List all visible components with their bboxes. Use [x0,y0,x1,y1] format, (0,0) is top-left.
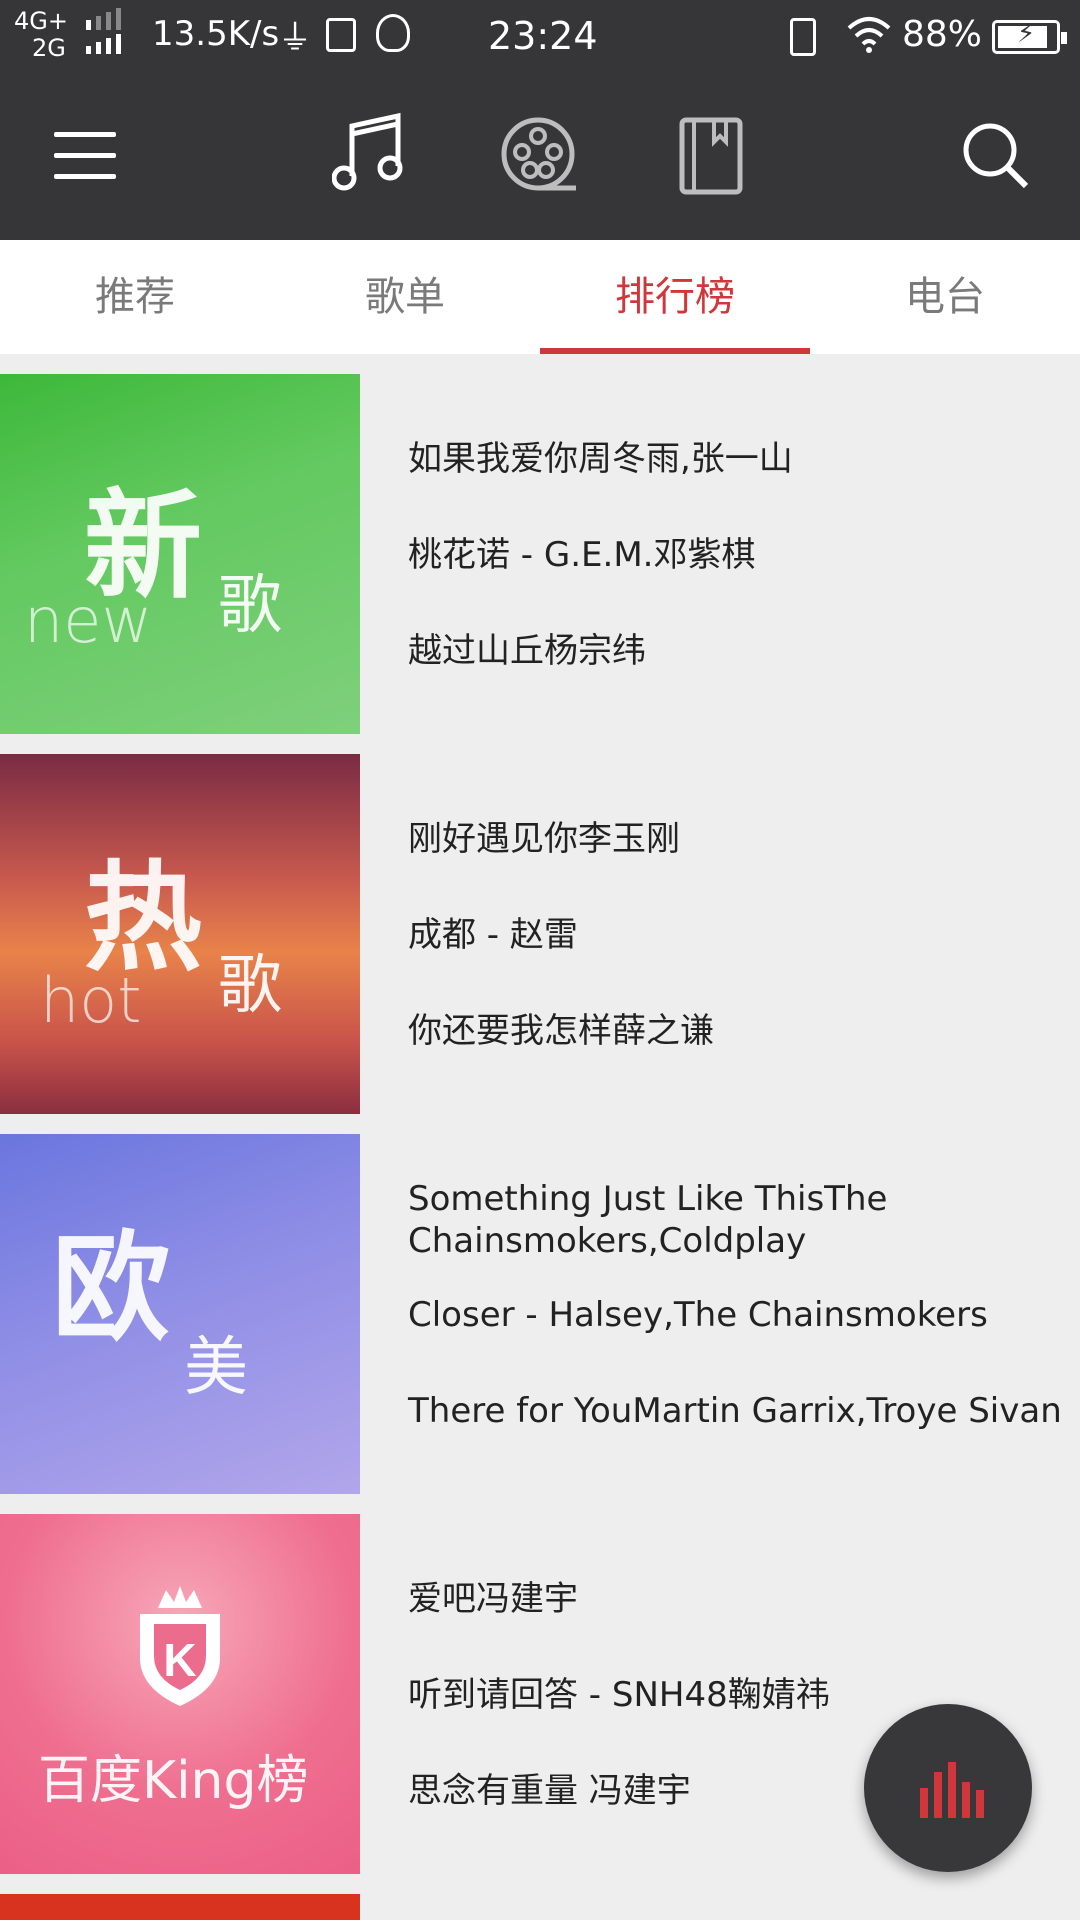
network-top-label: 4G+ [14,7,68,35]
cover-small-char: 歌 [218,949,282,1023]
western-songs-cover[interactable]: 欧 美 [0,1134,360,1494]
signal-icon [86,8,121,54]
video-reel-icon[interactable] [500,116,580,196]
cover-english-word: new [24,584,153,657]
battery-percent: 88% [902,14,983,55]
list-item[interactable]: Closer - Halsey,The Chainsmokers [408,1294,1068,1336]
chart-row-western[interactable]: 欧 美 Something Just Like ThisThe Chainsmo… [0,1134,1080,1494]
cover-english-word: hot [40,964,142,1037]
tab-playlists[interactable]: 歌单 [270,240,540,354]
list-item[interactable]: Something Just Like ThisThe Chainsmokers… [408,1178,1068,1262]
svg-text:K: K [163,1634,196,1686]
battery-icon: ⚡ [992,19,1067,54]
tab-radio[interactable]: 电台 [810,240,1080,354]
king-chart-cover[interactable]: K 百度King榜 [0,1514,360,1874]
clock: 23:24 [488,14,598,58]
book-icon[interactable] [678,116,744,196]
next-chart-cover[interactable] [0,1894,360,1920]
crown-shield-icon: K [140,1586,220,1706]
chart-row-new[interactable]: 新 歌 new 如果我爱你周冬雨,张一山 桃花诺 - G.E.M.邓紫棋 越过山… [0,374,1080,734]
cover-small-char: 美 [184,1331,248,1405]
app-bar [0,76,1080,240]
menu-icon[interactable] [54,132,116,180]
wifi-icon [847,17,891,53]
tab-recommend[interactable]: 推荐 [0,240,270,354]
list-item[interactable]: 成都 - 赵雷 [408,914,1068,956]
list-item[interactable]: 桃花诺 - G.E.M.邓紫棋 [408,534,1068,576]
cover-title: 百度King榜 [38,1751,309,1811]
list-item[interactable]: There for YouMartin Garrix,Troye Sivan [408,1390,1068,1432]
penguin-icon [376,14,410,52]
new-songs-cover[interactable]: 新 歌 new [0,374,360,734]
list-item[interactable]: 越过山丘杨宗纬 [408,630,1068,672]
status-bar: 4G+ 2G 13.5K/s ⏚ 23:24 88% ⚡ [0,0,1080,76]
usb-icon: ⏚ [278,18,312,58]
network-bottom-label: 2G [32,34,66,62]
network-indicator: 4G+ 2G [14,8,68,62]
list-item[interactable]: 刚好遇见你李玉刚 [408,818,1068,860]
cover-big-char: 欧 [52,1219,171,1357]
now-playing-button[interactable] [864,1704,1032,1872]
network-speed: 13.5K/s [152,14,280,54]
search-icon[interactable] [960,120,1030,190]
tab-charts[interactable]: 排行榜 [540,240,810,354]
hot-songs-cover[interactable]: 热 歌 hot [0,754,360,1114]
chart-row-hot[interactable]: 热 歌 hot 刚好遇见你李玉刚 成都 - 赵雷 你还要我怎样薛之谦 [0,754,1080,1114]
music-note-icon[interactable] [332,112,406,192]
cover-small-char: 歌 [218,569,282,643]
list-item[interactable]: 爱吧冯建宇 [408,1578,1068,1620]
app-icon [326,18,356,52]
vibrate-icon [790,18,816,56]
category-tabs: 推荐 歌单 排行榜 电台 [0,240,1080,354]
list-item[interactable]: 你还要我怎样薛之谦 [408,1010,1068,1052]
charging-icon: ⚡ [1017,19,1036,49]
list-item[interactable]: 如果我爱你周冬雨,张一山 [408,438,1068,480]
chart-row-next[interactable] [0,1894,1080,1920]
